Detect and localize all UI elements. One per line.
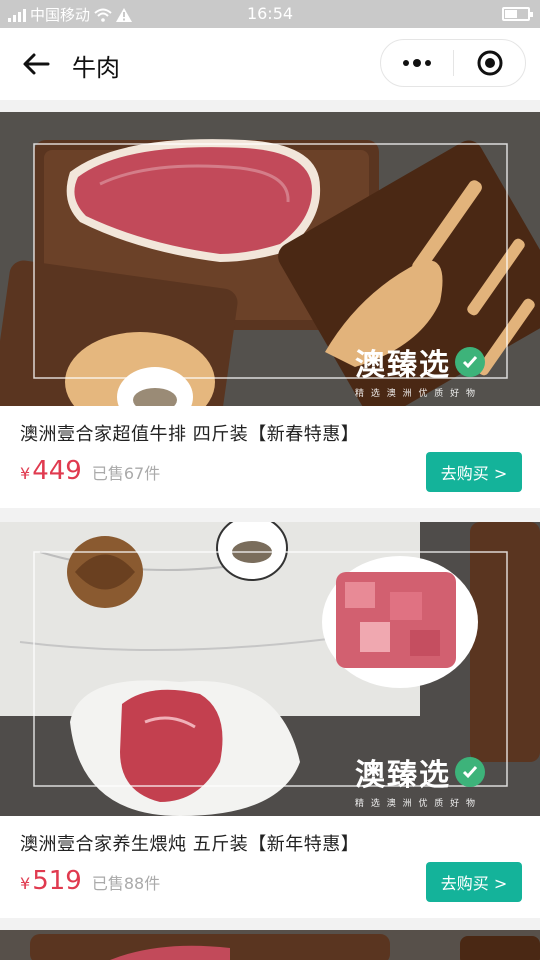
arrow-left-icon (23, 53, 50, 75)
product-card[interactable]: 澳臻选 精 选 澳 洲 优 质 好 物 澳洲壹合家超值牛排 四斤装【新春特惠】 … (0, 112, 540, 508)
product-card[interactable]: 澳臻选 精 选 澳 洲 优 质 好 物 澳洲壹合家养生煨炖 五斤装【新年特惠】 … (0, 522, 540, 918)
brand-watermark: 澳臻选 精 选 澳 洲 优 质 好 物 (355, 750, 485, 809)
page-title: 牛肉 (72, 54, 120, 82)
watermark-brand: 澳臻选 (355, 340, 485, 384)
product-image-partial[interactable] (0, 930, 540, 960)
mini-program-capsule (380, 39, 526, 87)
product-list: 澳臻选 精 选 澳 洲 优 质 好 物 澳洲壹合家超值牛排 四斤装【新春特惠】 … (0, 112, 540, 932)
sold-count: 已售88件 (91, 874, 161, 893)
status-bar: 中国移动 16:54 (0, 0, 540, 28)
close-button[interactable] (454, 40, 525, 86)
more-dots-icon (403, 59, 431, 67)
check-icon (455, 757, 485, 787)
product-image[interactable]: 澳臻选 精 选 澳 洲 优 质 好 物 (0, 112, 540, 406)
currency-symbol: ¥ (20, 464, 31, 483)
product-name: 澳洲壹合家养生煨炖 五斤装【新年特惠】 (20, 834, 360, 855)
sold-count: 已售67件 (91, 464, 161, 483)
price-row: ¥ 449 已售67件 (20, 456, 160, 486)
nav-bar: 牛肉 (0, 28, 540, 100)
product-image[interactable]: 澳臻选 精 选 澳 洲 优 质 好 物 (0, 522, 540, 816)
currency-symbol: ¥ (20, 874, 31, 893)
price-row: ¥ 519 已售88件 (20, 866, 160, 896)
watermark-tagline: 精 选 澳 洲 优 质 好 物 (355, 389, 478, 399)
watermark-tagline: 精 选 澳 洲 优 质 好 物 (355, 799, 478, 809)
status-time: 16:54 (246, 4, 294, 23)
product-name: 澳洲壹合家超值牛排 四斤装【新春特惠】 (20, 424, 360, 445)
product-info: 澳洲壹合家养生煨炖 五斤装【新年特惠】 ¥ 519 已售88件 去购买 > (0, 816, 540, 918)
product-price: 449 (32, 456, 82, 486)
product-price: 519 (32, 866, 82, 896)
check-icon (455, 347, 485, 377)
battery-icon (502, 7, 533, 21)
target-close-icon (477, 50, 502, 76)
watermark-brand: 澳臻选 (355, 750, 485, 794)
buy-button[interactable]: 去购买 > (426, 452, 522, 492)
brand-watermark: 澳臻选 精 选 澳 洲 优 质 好 物 (355, 340, 485, 399)
more-button[interactable] (381, 40, 453, 86)
back-button[interactable] (20, 48, 52, 80)
buy-button[interactable]: 去购买 > (426, 862, 522, 902)
product-info: 澳洲壹合家超值牛排 四斤装【新春特惠】 ¥ 449 已售67件 去购买 > (0, 406, 540, 508)
